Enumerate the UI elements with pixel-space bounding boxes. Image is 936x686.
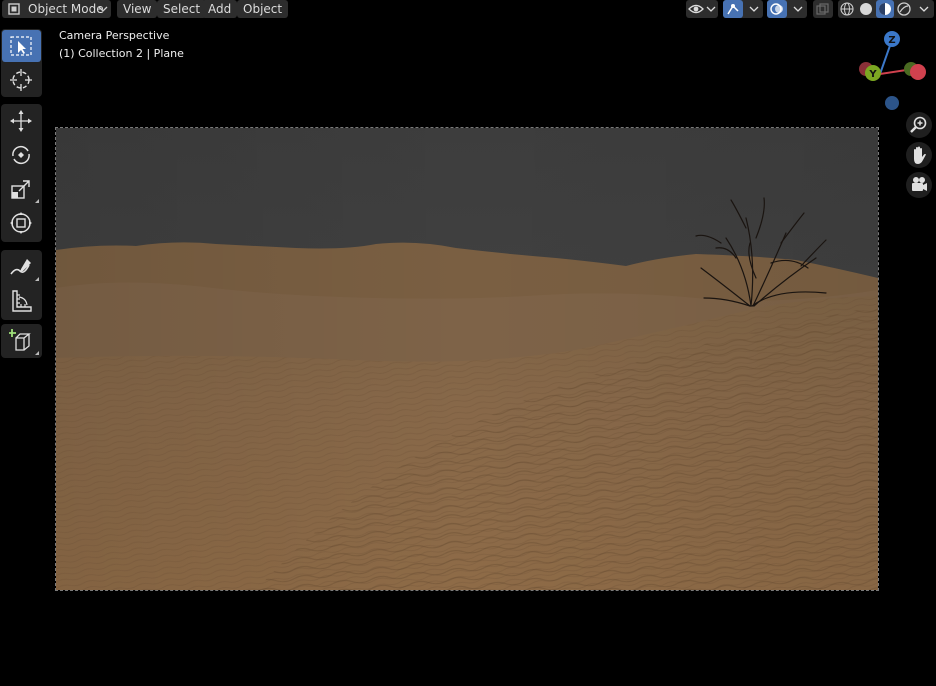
xray-icon	[816, 3, 829, 15]
shading-solid[interactable]	[857, 0, 875, 18]
rotate-icon	[12, 145, 30, 165]
more-tools-corner-icon	[35, 199, 39, 203]
overlay-icon	[770, 3, 783, 15]
move-icon	[10, 110, 32, 132]
toolbar-group-add	[1, 324, 42, 358]
more-tools-corner-icon	[35, 277, 39, 281]
mode-label: Object Mode	[28, 2, 104, 16]
menu-add[interactable]: Add	[202, 0, 238, 18]
menu-object[interactable]: Object	[237, 0, 289, 18]
navigation-gizmo[interactable]: Y Z	[852, 28, 932, 112]
chevron-down-icon	[98, 6, 108, 12]
tool-measure[interactable]	[2, 285, 41, 317]
camera-view-button[interactable]	[906, 172, 932, 198]
tool-cursor[interactable]	[2, 64, 41, 96]
select-box-icon	[10, 36, 32, 56]
solid-icon	[860, 3, 872, 15]
shading-modes[interactable]	[838, 0, 934, 18]
gizmo-dropdown[interactable]	[723, 0, 763, 18]
zoom-icon	[910, 116, 927, 133]
camera-perspective-label: Camera Perspective	[59, 29, 170, 42]
transform-icon	[10, 212, 32, 234]
tool-rotate[interactable]	[2, 139, 41, 171]
annotate-icon	[10, 259, 31, 275]
chevron-down-icon	[919, 6, 929, 12]
overlay-toggle[interactable]	[767, 0, 787, 18]
shading-rendered[interactable]	[895, 0, 913, 18]
tool-transform[interactable]	[2, 207, 41, 239]
menu-view[interactable]: View	[117, 0, 158, 18]
pan-hand-icon	[914, 146, 926, 164]
menu-select[interactable]: Select	[157, 0, 207, 18]
toolbar-group-annotate	[1, 250, 42, 320]
add-cube-icon	[9, 329, 31, 351]
scale-icon	[11, 180, 30, 199]
cursor-icon	[10, 69, 32, 91]
gizmo-y-label: Y	[868, 69, 877, 80]
wireframe-icon	[840, 2, 854, 16]
desert-render	[56, 128, 878, 590]
zoom-button[interactable]	[906, 112, 932, 138]
gizmo-z-label: Z	[888, 35, 895, 46]
toolbar-group-select	[1, 29, 42, 97]
rendered-icon	[897, 2, 911, 16]
active-object-label: (1) Collection 2 | Plane	[59, 47, 184, 60]
camera-view-icon	[912, 177, 927, 191]
tool-move[interactable]	[2, 105, 41, 137]
tool-scale[interactable]	[2, 173, 41, 205]
gizmo-x-handle[interactable]	[910, 64, 926, 80]
chevron-down-icon	[749, 6, 759, 12]
visibility-dropdown[interactable]	[686, 0, 718, 18]
overlay-dropdown[interactable]	[767, 0, 807, 18]
eye-icon	[688, 4, 704, 14]
object-mode-icon	[8, 3, 20, 15]
gizmo-icon	[727, 4, 739, 15]
tool-select-box[interactable]	[2, 30, 41, 62]
chevron-down-icon	[793, 6, 803, 12]
pan-button[interactable]	[906, 142, 932, 168]
mode-selector[interactable]: Object Mode	[2, 0, 111, 18]
shading-wireframe[interactable]	[838, 0, 856, 18]
tool-annotate[interactable]	[2, 251, 41, 283]
xray-toggle[interactable]	[813, 0, 833, 18]
toolbar-group-transform	[1, 104, 42, 242]
material-preview-icon	[879, 3, 891, 15]
measure-icon	[12, 290, 32, 312]
gizmo-neg-z-handle[interactable]	[885, 96, 899, 110]
more-tools-corner-icon	[35, 351, 39, 355]
chevron-down-icon	[706, 6, 716, 12]
camera-frame[interactable]	[55, 127, 879, 591]
tool-add-cube[interactable]	[2, 325, 41, 357]
shading-material[interactable]	[876, 0, 894, 18]
gizmo-toggle[interactable]	[723, 0, 743, 18]
